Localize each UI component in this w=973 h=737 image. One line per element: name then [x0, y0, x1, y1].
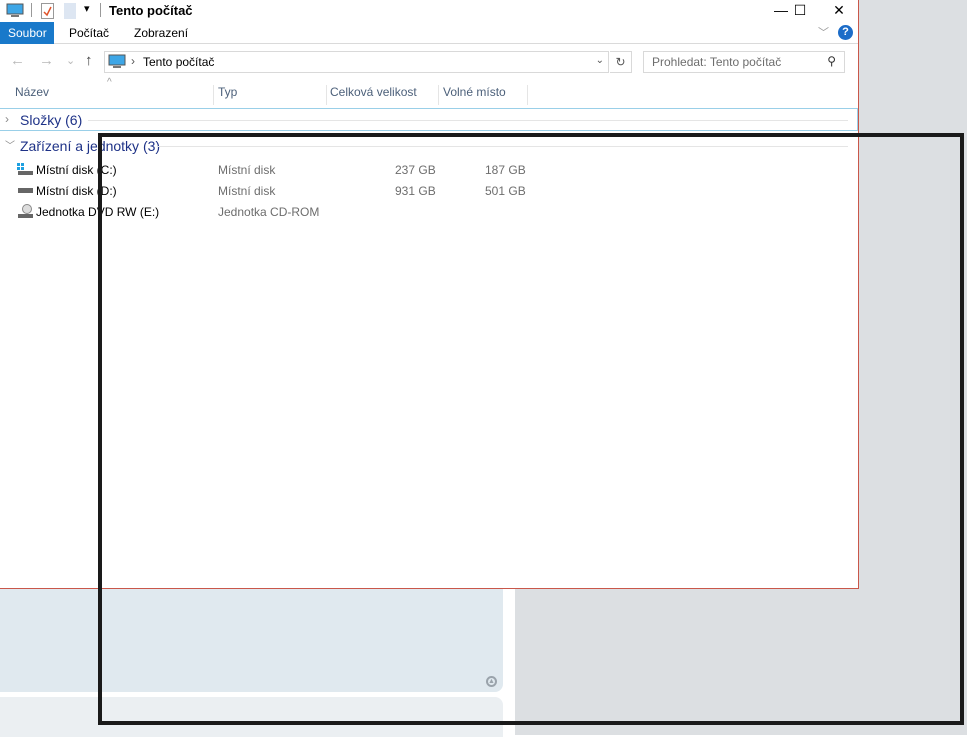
expand-ribbon-icon[interactable]: ﹀: [818, 24, 829, 40]
forward-button[interactable]: →: [39, 52, 54, 69]
search-icon[interactable]: ⚲: [827, 54, 836, 68]
hard-drive-icon: [18, 188, 33, 193]
customize-toolbar-icon[interactable]: ▾: [84, 2, 90, 15]
column-header-name[interactable]: Název: [15, 85, 214, 105]
computer-icon: [108, 54, 126, 68]
chevron-down-icon: ﹀: [5, 141, 15, 152]
group-header-folders[interactable]: › Složky (6): [0, 108, 858, 131]
separator: [31, 3, 32, 17]
search-placeholder: Prohledat: Tento počítač: [652, 55, 782, 69]
breadcrumb-tento-pocitac[interactable]: Tento počítač: [143, 55, 214, 69]
divider: [88, 120, 848, 121]
group-label: Složky (6): [20, 112, 83, 128]
column-header-free-space[interactable]: Volné místo: [443, 85, 528, 105]
address-bar[interactable]: › Tento počítač ⌄: [104, 51, 609, 73]
breadcrumb-separator: ›: [131, 54, 135, 68]
properties-icon[interactable]: [41, 3, 54, 19]
back-button[interactable]: ←: [10, 52, 25, 69]
dvd-drive-icon: [18, 204, 33, 218]
windows-drive-icon: [17, 163, 33, 175]
separator: [100, 3, 101, 17]
new-folder-icon[interactable]: [64, 3, 77, 19]
tab-pocitac[interactable]: Počítač: [61, 22, 117, 44]
computer-icon[interactable]: [6, 3, 24, 18]
column-header-total-size[interactable]: Celková velikost: [330, 85, 439, 105]
help-icon[interactable]: ?: [838, 25, 853, 40]
column-header-type[interactable]: Typ: [218, 85, 327, 105]
window-title: Tento počítač: [109, 3, 193, 18]
search-input[interactable]: Prohledat: Tento počítač ⚲: [643, 51, 845, 73]
refresh-button[interactable]: ↻: [610, 51, 632, 73]
maximize-button[interactable]: ☐: [781, 0, 819, 20]
tab-soubor[interactable]: Soubor: [0, 22, 54, 44]
ribbon-tabs: Soubor Počítač Zobrazení: [0, 22, 858, 44]
chevron-right-icon: ›: [5, 112, 9, 126]
tab-zobrazeni[interactable]: Zobrazení: [126, 22, 196, 44]
close-button[interactable]: ✕: [820, 0, 858, 20]
selection-rectangle: [98, 133, 964, 725]
recent-locations-button[interactable]: ⌄: [66, 54, 75, 67]
address-dropdown-icon[interactable]: ⌄: [596, 55, 604, 66]
up-button[interactable]: ↑: [85, 52, 93, 69]
